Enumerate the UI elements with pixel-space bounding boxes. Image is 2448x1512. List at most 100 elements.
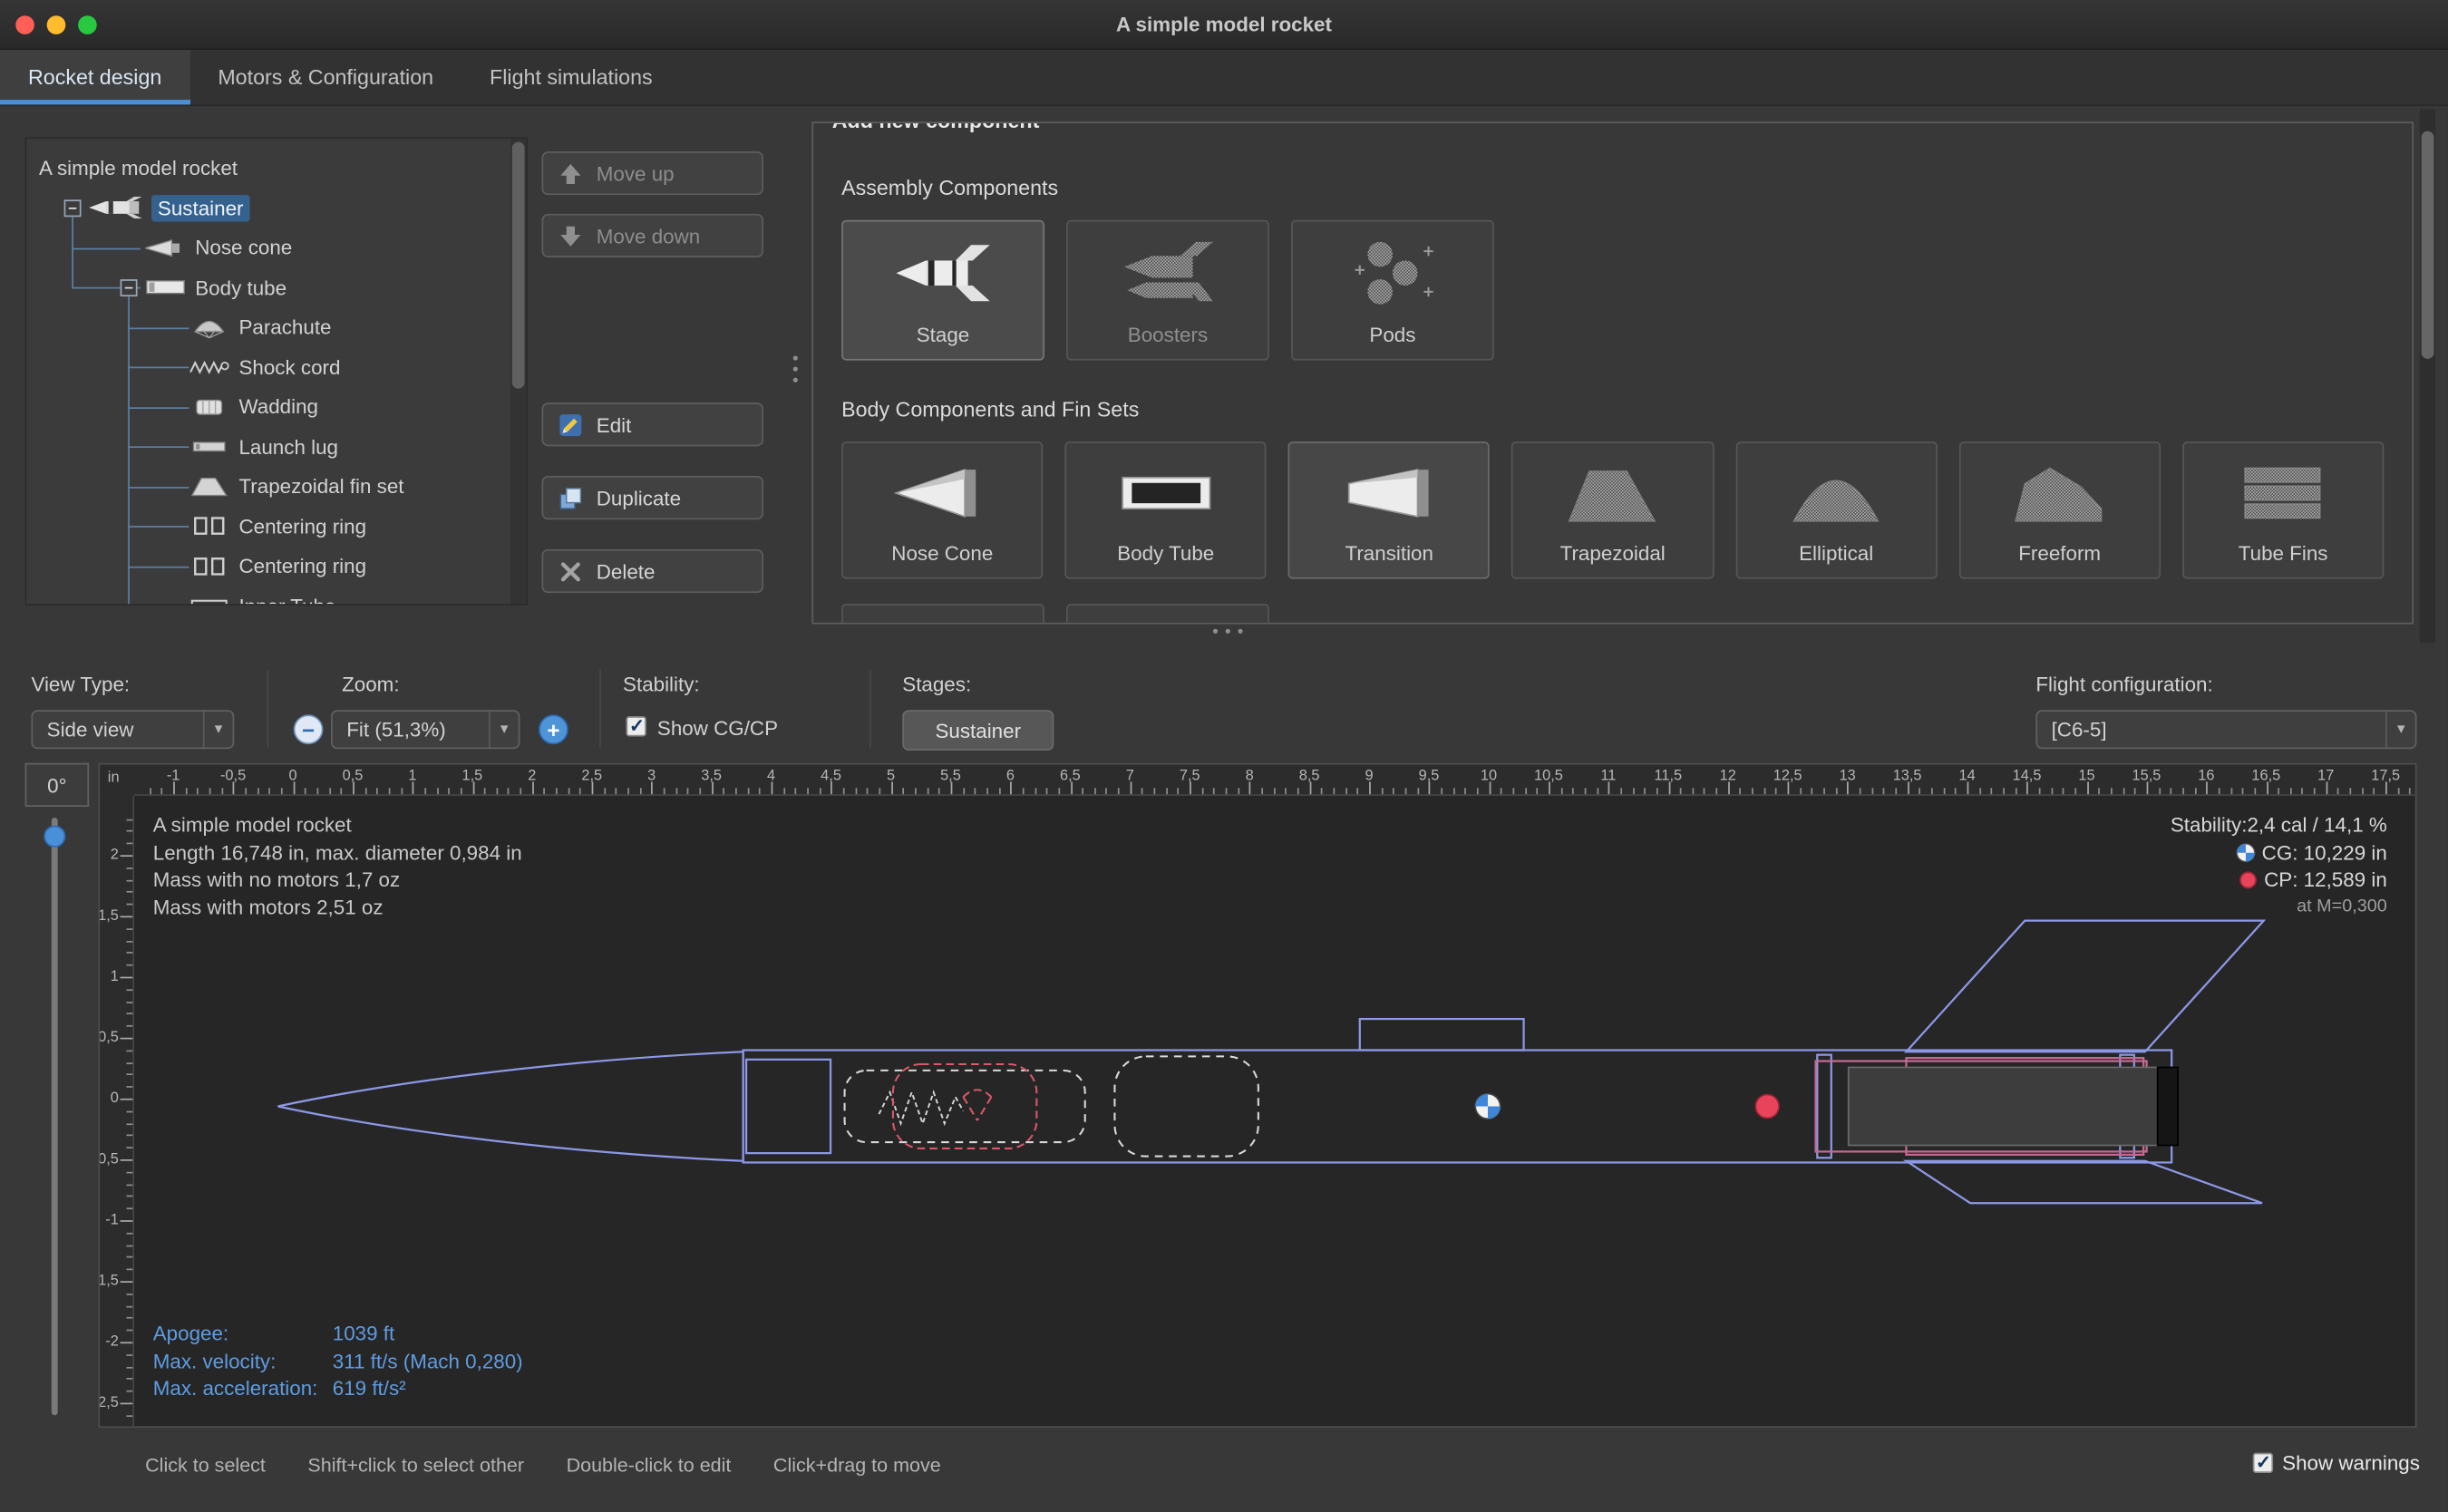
stage-toggle-sustainer[interactable]: Sustainer (902, 710, 1054, 751)
horizontal-ruler: -1-0,500,511,522,533,544,555,566,577,588… (100, 764, 2415, 795)
component-label: Elliptical (1737, 541, 1936, 577)
component-button-elliptical[interactable]: Elliptical (1735, 441, 1937, 578)
body-tube-icon (145, 276, 186, 298)
edit-icon (559, 412, 582, 436)
component-button-pods[interactable]: Pods (1291, 220, 1494, 361)
tree-item-body-tube[interactable]: Body tube (26, 267, 526, 307)
component-tree: A simple model rocket Sustainer Nose cone… (25, 137, 528, 605)
rotation-slider[interactable] (52, 818, 58, 1415)
component-button[interactable] (841, 604, 1044, 624)
tree-item-label: Wadding (238, 395, 318, 419)
cg-icon (2235, 842, 2255, 862)
tree-item-wadding[interactable]: Wadding (26, 387, 526, 427)
status-hint: Click to select (145, 1454, 266, 1476)
tree-item-label: Parachute (238, 315, 331, 339)
motor-shape (1849, 1067, 2161, 1145)
shock-cord-shape (879, 1092, 963, 1123)
tree-item-trapezoidal-fin-set[interactable]: Trapezoidal fin set (26, 467, 526, 507)
edit-button[interactable]: Edit (541, 402, 763, 446)
flight-config-select[interactable]: [C6-5] ▾ (2035, 710, 2416, 749)
zoom-in-button[interactable]: + (539, 714, 568, 744)
expander-icon[interactable] (121, 279, 138, 296)
tree-item-shock-cord[interactable]: Shock cord (26, 347, 526, 387)
expander-icon[interactable] (64, 199, 82, 217)
close-button[interactable] (15, 15, 34, 34)
panel-scrollbar-thumb[interactable] (2422, 131, 2434, 359)
tree-item-inner-tube[interactable]: Inner Tube (26, 586, 526, 606)
component-button[interactable] (1066, 604, 1269, 624)
tab-flight-simulations[interactable]: Flight simulations (461, 50, 681, 104)
zoom-select[interactable]: Fit (51,3%) ▾ (331, 710, 520, 749)
delete-button[interactable]: Delete (541, 549, 763, 593)
show-cgcp-checkbox[interactable] (626, 716, 646, 736)
tree-item-label: Centering ring (238, 555, 366, 578)
tree-item-root[interactable]: A simple model rocket (26, 149, 526, 189)
move-down-button[interactable]: Move down (541, 214, 763, 257)
tree-item-centering-ring[interactable]: Centering ring (26, 507, 526, 547)
component-button-nose-cone[interactable]: Nose Cone (841, 441, 1043, 578)
mach-value: at M=0,300 (2171, 894, 2387, 921)
rotation-angle-box[interactable]: 0° (25, 763, 90, 807)
tree-item-nose-cone[interactable]: Nose cone (26, 228, 526, 267)
launch-lug-shape (1360, 1019, 1524, 1050)
fin-set-icon (189, 476, 229, 498)
main-tabbar: Rocket design Motors & Configuration Fli… (0, 50, 2448, 106)
tree-scrollbar[interactable] (510, 139, 526, 604)
shock-cord-icon (189, 356, 229, 378)
rotation-slider-thumb[interactable] (44, 826, 65, 848)
cp-icon (2239, 871, 2259, 890)
inner-tube-icon (189, 595, 229, 606)
tree-item-launch-lug[interactable]: Launch lug (26, 427, 526, 467)
component-button-stage[interactable]: Stage (841, 220, 1044, 361)
duplicate-icon (559, 486, 582, 509)
component-button-trapezoidal[interactable]: Trapezoidal (1512, 441, 1714, 578)
component-button-boosters[interactable]: Boosters (1066, 220, 1269, 361)
ruler-unit-label: in (100, 764, 134, 795)
view-type-select[interactable]: Side view ▾ (31, 710, 234, 749)
flight-config-value: [C6-5] (2052, 718, 2107, 741)
component-button-transition[interactable]: Transition (1288, 441, 1490, 578)
window-title: A simple model rocket (0, 0, 2448, 50)
maximize-button[interactable] (78, 15, 97, 34)
openrocket-window: A simple model rocket Rocket design Moto… (0, 0, 2448, 1512)
titlebar: A simple model rocket (0, 0, 2448, 50)
stage-icon (893, 238, 993, 307)
chevron-down-icon: ▾ (489, 712, 519, 748)
component-button-tube-fins[interactable]: Tube Fins (2182, 441, 2384, 578)
component-tree-rows: Sustainer Nose coneBody tube Parachute Shoc… (26, 188, 526, 605)
minimize-button[interactable] (47, 15, 66, 34)
status-hints: Click to selectShift+click to select oth… (145, 1454, 941, 1476)
component-label: Freeform (1960, 541, 2159, 577)
tree-scrollbar-thumb[interactable] (512, 142, 525, 389)
show-warnings-checkbox[interactable] (2252, 1453, 2272, 1473)
duplicate-button[interactable]: Duplicate (541, 476, 763, 519)
stability-value: Stability:2,4 cal / 14,1 % (2171, 811, 2387, 838)
nose-cone-shape (277, 1052, 743, 1160)
move-up-button[interactable]: Move up (541, 151, 763, 195)
component-button-body-tube[interactable]: Body Tube (1065, 441, 1267, 578)
vertical-splitter-grip[interactable] (790, 350, 799, 391)
tree-item-label: Launch lug (238, 435, 338, 459)
horizontal-splitter-grip[interactable] (1205, 629, 1248, 638)
tree-item-centering-ring[interactable]: Centering ring (26, 546, 526, 586)
rocket-view-canvas[interactable]: -1-0,500,511,522,533,544,555,566,577,588… (98, 763, 2416, 1428)
max-acceleration-label: Max. acceleration: (153, 1375, 333, 1402)
tree-item-parachute[interactable]: Parachute (26, 307, 526, 347)
panel-scrollbar[interactable] (2420, 109, 2435, 643)
tab-motors-configuration[interactable]: Motors & Configuration (189, 50, 461, 104)
tree-item-sustainer[interactable]: Sustainer (26, 188, 526, 228)
flight-config-label: Flight configuration: (2035, 673, 2212, 698)
cp-marker (1755, 1095, 1779, 1119)
zoom-out-button[interactable]: − (294, 714, 324, 744)
max-acceleration-value: 619 ft/s² (333, 1377, 406, 1401)
component-button-freeform[interactable]: Freeform (1958, 441, 2160, 578)
action-label: Duplicate (597, 486, 681, 509)
wadding-shape (1114, 1056, 1258, 1156)
component-label: Transition (1290, 541, 1489, 577)
action-label: Move up (597, 161, 675, 185)
rocket-mass-motors: Mass with motors 2,51 oz (153, 894, 522, 921)
launch-lug-icon (189, 436, 229, 458)
tree-item-label: Sustainer (151, 195, 249, 221)
rocket-icon (89, 197, 142, 218)
tab-rocket-design[interactable]: Rocket design (0, 50, 189, 104)
